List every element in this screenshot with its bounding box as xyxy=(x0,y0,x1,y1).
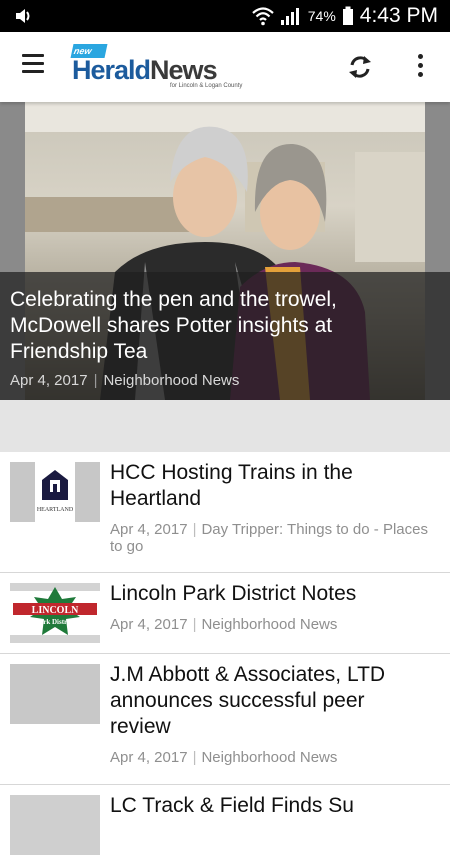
article-list: HEARTLAND HCC Hosting Trains in the Hear… xyxy=(0,452,450,855)
article-category: Neighborhood News xyxy=(201,616,338,633)
article-list-item[interactable]: LINCOLN Park District Lincoln Park Distr… xyxy=(0,573,450,654)
article-title[interactable]: LC Track & Field Finds Su xyxy=(110,793,430,819)
logo-word-herald: Herald xyxy=(72,55,151,85)
featured-article-meta: Apr 4, 2017 | Neighborhood News xyxy=(10,372,239,389)
article-category: Neighborhood News xyxy=(201,749,338,766)
article-title[interactable]: J.M Abbott & Associates, LTD announces s… xyxy=(110,662,430,740)
volume-icon xyxy=(14,6,34,31)
article-thumbnail: HEARTLAND xyxy=(10,462,100,522)
status-bar: 74% 4:43 PM xyxy=(0,0,450,32)
section-divider xyxy=(0,400,450,452)
article-date: Apr 4, 2017 xyxy=(110,616,188,633)
app-bar: new HeraldNews for Lincoln & Logan Count… xyxy=(0,32,450,102)
heartland-logo-text: HEARTLAND xyxy=(37,507,74,513)
article-meta: Apr 4, 2017 | Neighborhood News xyxy=(110,616,430,633)
logo-tagline: for Lincoln & Logan County xyxy=(170,83,243,89)
featured-article-title[interactable]: Celebrating the pen and the trowel, McDo… xyxy=(10,287,430,365)
article-meta: Apr 4, 2017 | Day Tripper: Things to do - … xyxy=(110,521,430,555)
article-thumbnail xyxy=(10,664,100,724)
status-icons: 74% 4:43 PM xyxy=(252,3,438,29)
meta-separator: | xyxy=(192,521,197,538)
battery-icon xyxy=(342,6,353,25)
article-date: Apr 4, 2017 xyxy=(110,749,188,766)
featured-article-date: Apr 4, 2017 xyxy=(10,372,88,389)
meta-separator: | xyxy=(192,749,197,766)
clock: 4:43 PM xyxy=(359,4,438,27)
article-list-item[interactable]: HEARTLAND HCC Hosting Trains in the Hear… xyxy=(0,452,450,573)
meta-separator: | xyxy=(93,372,98,389)
article-title[interactable]: HCC Hosting Trains in the Heartland xyxy=(110,460,430,512)
featured-article-category: Neighborhood News xyxy=(103,372,240,389)
article-meta: Apr 4, 2017 | Neighborhood News xyxy=(110,749,430,766)
logo-word-news: News xyxy=(150,55,218,85)
featured-article[interactable]: Celebrating the pen and the trowel, McDo… xyxy=(0,102,450,400)
refresh-icon[interactable] xyxy=(346,53,374,81)
article-thumbnail: LINCOLN Park District xyxy=(10,583,100,643)
signal-icon xyxy=(280,8,299,25)
hamburger-menu-icon[interactable] xyxy=(20,54,50,80)
herald-news-logo: new HeraldNews for Lincoln & Logan Count… xyxy=(70,42,270,92)
park-district-logo-text: Park District xyxy=(35,618,75,626)
logo-wordmark: HeraldNews xyxy=(72,55,218,86)
battery-percent: 74% xyxy=(307,8,336,24)
more-options-icon[interactable] xyxy=(410,54,430,80)
lincoln-logo-text: LINCOLN xyxy=(32,605,79,616)
article-list-item[interactable]: J.M Abbott & Associates, LTD announces s… xyxy=(0,654,450,785)
article-date: Apr 4, 2017 xyxy=(110,521,188,538)
wifi-icon xyxy=(252,7,274,26)
article-thumbnail xyxy=(10,795,100,855)
article-title[interactable]: Lincoln Park District Notes xyxy=(110,581,430,607)
article-list-item[interactable]: LC Track & Field Finds Su xyxy=(0,785,450,855)
meta-separator: | xyxy=(192,616,197,633)
